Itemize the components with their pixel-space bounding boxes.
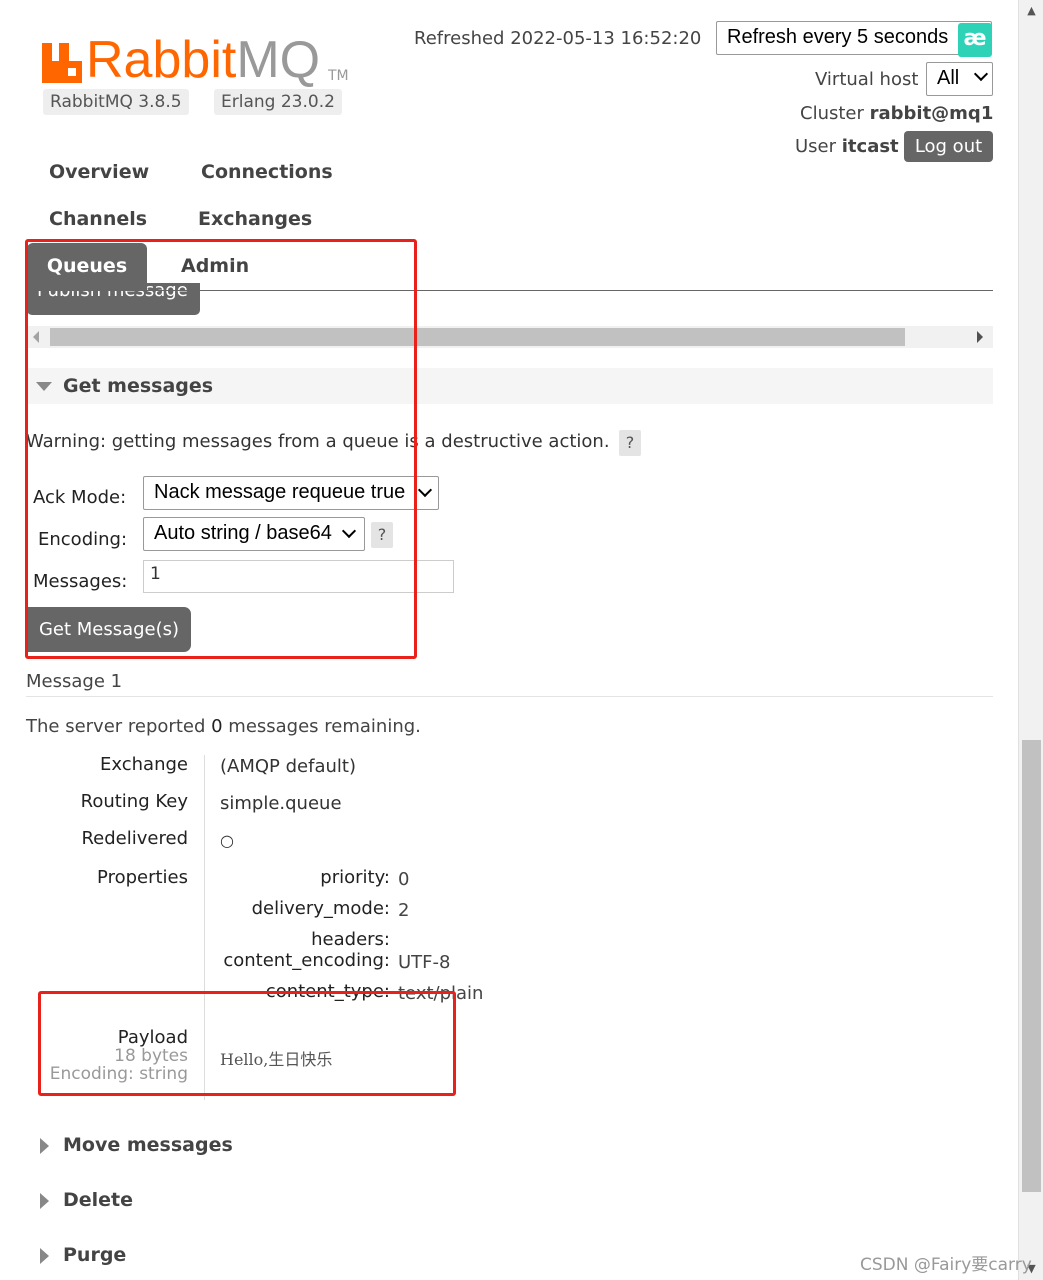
rabbitmq-version-badge: RabbitMQ 3.8.5 [43,89,189,115]
rabbitmq-logo-icon [42,43,82,83]
property-value: UTF-8 [398,952,451,973]
chevron-down-icon [417,482,433,498]
csdn-watermark: CSDN @Fairy要carry [860,1255,1032,1275]
server-reported-suffix: messages remaining. [222,716,421,737]
routing-key-value: simple.queue [220,793,342,814]
user-info: User itcast [795,136,899,157]
warning-help-button[interactable]: ? [619,430,641,456]
delete-section[interactable]: Delete [26,1189,426,1215]
delete-title: Delete [63,1189,134,1211]
chevron-down-icon [973,66,989,82]
collapsed-triangle-icon [40,1138,49,1154]
virtual-host-select[interactable]: All [926,62,993,96]
cluster-label: Cluster [800,103,870,124]
user-name: itcast [841,136,899,157]
browser-extension-icon[interactable]: æ [958,23,992,57]
logo-rabbit-text: Rabbit [86,31,237,89]
scroll-right-arrow-icon[interactable] [977,331,983,343]
move-messages-section[interactable]: Move messages [26,1134,426,1160]
redelivered-key: Redelivered [81,828,188,849]
tab-overview[interactable]: Overview [49,161,149,183]
messages-remaining-count: 0 [211,716,223,737]
property-value: 2 [398,900,410,921]
tab-channels[interactable]: Channels [49,208,147,230]
refresh-interval-select[interactable]: Refresh every 5 seconds [716,21,992,55]
logout-button[interactable]: Log out [904,131,993,162]
exchange-value: (AMQP default) [220,756,356,777]
redelivered-indicator-icon: ○ [220,831,234,850]
cluster-info: Cluster rabbit@mq1 [800,103,993,124]
logo-mq-text: MQ [236,31,321,89]
collapsed-triangle-icon [40,1193,49,1209]
refresh-interval-value: Refresh every 5 seconds [727,26,949,48]
cluster-name: rabbit@mq1 [869,103,994,124]
exchange-key: Exchange [100,754,188,775]
annotation-box-get-messages [25,239,417,659]
purge-title: Purge [63,1244,127,1266]
collapsed-triangle-icon [40,1248,49,1264]
property-key: content_encoding: [223,950,390,971]
server-reported-prefix: The server reported [26,716,212,737]
tab-exchanges[interactable]: Exchanges [198,208,312,230]
virtual-host-value: All [937,67,960,89]
virtual-host-label: Virtual host [815,69,919,90]
message-divider [26,696,993,697]
user-label: User [795,136,842,157]
erlang-version-badge: Erlang 23.0.2 [214,89,342,115]
scrollbar-thumb[interactable] [1022,740,1041,1192]
property-key: delivery_mode: [251,898,390,919]
purge-section[interactable]: Purge [26,1244,426,1270]
tab-connections[interactable]: Connections [201,161,333,183]
move-messages-title: Move messages [63,1134,233,1156]
property-key: priority: [320,867,390,888]
vertical-scrollbar[interactable]: ▲ ▼ [1018,0,1043,1280]
scroll-up-arrow-icon[interactable]: ▲ [1019,0,1043,22]
refreshed-timestamp: Refreshed 2022-05-13 16:52:20 [414,28,702,49]
annotation-box-payload [38,991,456,1096]
property-key: headers: [311,929,390,950]
property-value: 0 [398,869,410,890]
message-title: Message 1 [26,671,123,692]
logo-tm: TM [328,68,349,84]
routing-key-key: Routing Key [80,791,188,812]
server-reported-text: The server reported 0 messages remaining… [26,716,421,737]
